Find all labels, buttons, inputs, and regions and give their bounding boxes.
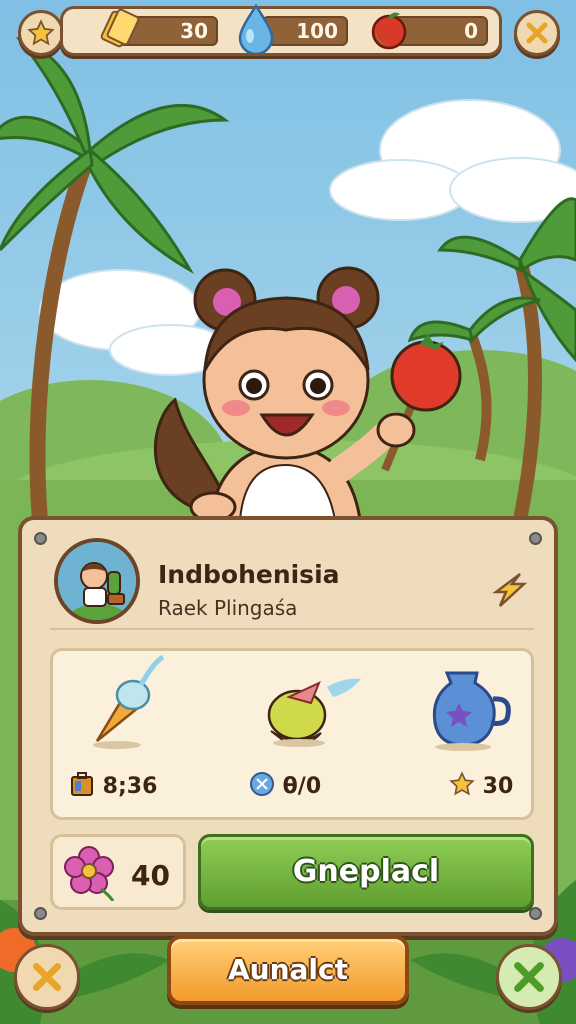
item-stat-value: 8;36 [102, 774, 158, 799]
character-subtitle: Raek Plingaśa [158, 596, 298, 620]
profile-row: Indbohenisia Raek Plingaśa [50, 534, 534, 630]
items-box: 8;36 θ/0 30 [50, 648, 534, 820]
secondary-action-button[interactable]: Aunalct [167, 935, 409, 1005]
blue-jug-icon[interactable] [417, 653, 517, 753]
coins-value: 30 [180, 19, 208, 43]
close-icon [33, 963, 61, 991]
star-icon [27, 19, 55, 46]
flower-counter: 40 [50, 834, 186, 910]
character-panel: Indbohenisia Raek Plingaśa 8;36 θ/0 30 4… [18, 516, 558, 936]
bolt [34, 532, 47, 545]
avatar[interactable] [54, 538, 140, 624]
close-button[interactable] [514, 10, 560, 56]
star-icon [449, 771, 475, 796]
flower-icon [64, 846, 115, 901]
apple-icon [371, 12, 407, 50]
fruit-value: 0 [464, 19, 478, 43]
flower-count: 40 [131, 859, 170, 892]
character-name: Indbohenisia [158, 560, 340, 589]
item-stat-value: θ/0 [282, 774, 322, 799]
primary-action-button[interactable]: Gneplacl [198, 834, 534, 910]
cancel-button[interactable] [14, 944, 80, 1010]
close-icon [526, 22, 548, 44]
water-value: 100 [296, 19, 338, 43]
tickets-icon [100, 8, 140, 48]
bolt [34, 907, 47, 920]
pointer-arrow-icon[interactable] [488, 570, 528, 610]
check-x-icon [514, 962, 544, 992]
item-stat-value: 30 [482, 774, 514, 799]
item-stat: 30 [449, 771, 513, 799]
suitcase-icon [71, 772, 93, 796]
water-drop-icon [238, 4, 274, 54]
blue-token-icon [250, 772, 274, 796]
wrapped-fruit-icon[interactable] [249, 653, 369, 753]
favorites-button[interactable] [18, 10, 64, 56]
confirm-button[interactable] [496, 944, 562, 1010]
ice-cream-cone-icon[interactable] [77, 651, 167, 751]
avatar-portrait-icon [58, 542, 136, 620]
item-stat: 8;36 [69, 771, 157, 799]
item-stat: θ/0 [249, 771, 321, 799]
bolt [529, 907, 542, 920]
